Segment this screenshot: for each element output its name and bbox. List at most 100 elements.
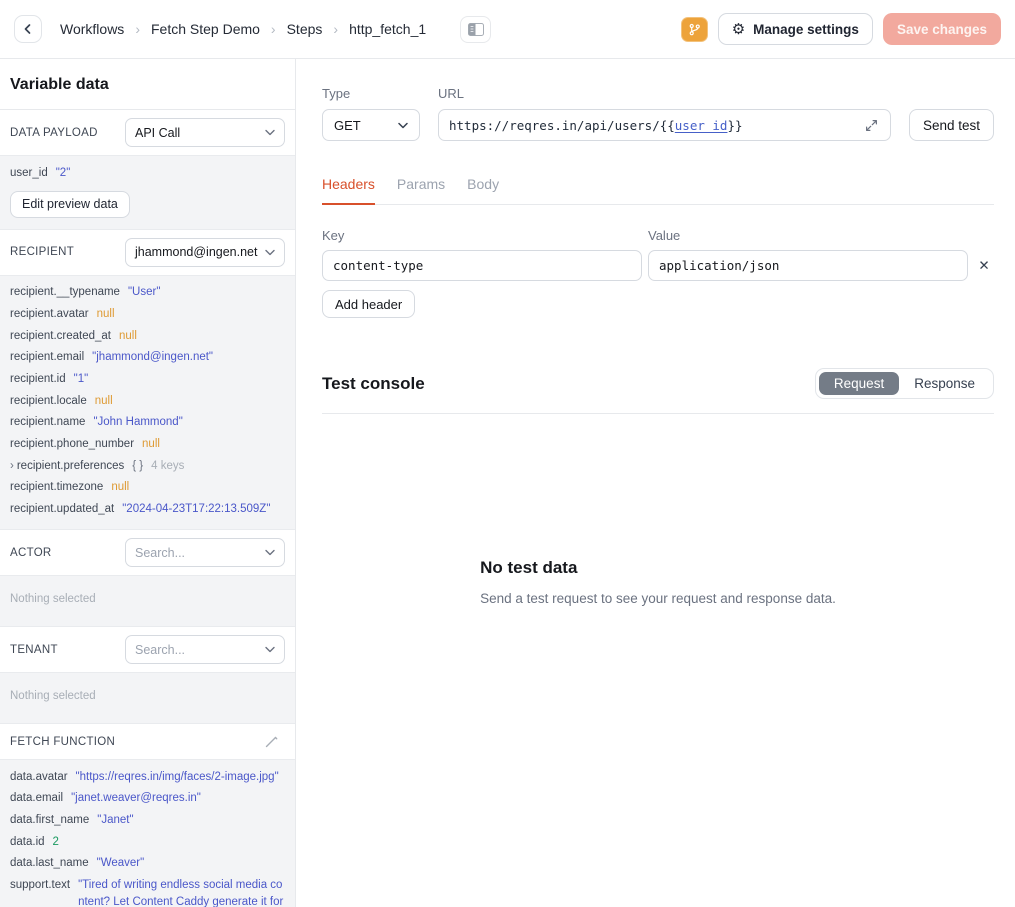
variable-key: recipient.updated_at	[10, 501, 114, 518]
variable-key: recipient.phone_number	[10, 436, 134, 453]
data-payload-preview: user_id"2" Edit preview data	[0, 155, 295, 230]
variable-value: "2"	[56, 165, 71, 182]
variable-row: recipient.created_at null	[0, 325, 295, 347]
url-template-variable: user_id	[675, 118, 728, 133]
variable-row: recipient.updated_at"2024-04-23T17:22:13…	[0, 498, 295, 520]
edit-fetch-function-button[interactable]	[258, 732, 285, 751]
variable-value: "Tired of writing endless social media c…	[78, 877, 285, 907]
breadcrumb-item[interactable]: http_fetch_1	[349, 21, 426, 37]
url-input[interactable]: https://reqres.in/api/users/{{user_id}}	[438, 109, 891, 141]
recipient-select[interactable]: jhammond@ingen.net	[125, 238, 285, 267]
data-payload-label: DATA PAYLOAD	[10, 127, 98, 139]
tenant-empty-text: Nothing selected	[0, 679, 295, 714]
chevron-down-icon	[265, 646, 275, 653]
variable-key: recipient.__typename	[10, 284, 120, 301]
recipient-row: RECIPIENT jhammond@ingen.net	[0, 230, 295, 275]
variable-key: data.first_name	[10, 812, 89, 829]
variable-value: 2	[53, 834, 59, 851]
breadcrumb-item[interactable]: Workflows	[60, 21, 124, 37]
data-payload-select[interactable]: API Call	[125, 118, 285, 147]
header-rows: ✕	[322, 250, 994, 281]
type-field-group: Type GET	[322, 86, 420, 141]
url-value: https://reqres.in/api/users/{{user_id}}	[449, 118, 863, 133]
tab-headers[interactable]: Headers	[322, 176, 375, 205]
no-test-data-title: No test data	[480, 558, 836, 578]
variable-value: null	[119, 328, 137, 345]
remove-header-button[interactable]: ✕	[974, 258, 994, 274]
url-label: URL	[438, 86, 891, 101]
variable-row: data.email"janet.weaver@reqres.in"	[0, 788, 295, 810]
send-test-button[interactable]: Send test	[909, 109, 994, 141]
variable-key: recipient.created_at	[10, 328, 111, 345]
variable-key: support.text	[10, 877, 70, 894]
chevron-down-icon	[398, 122, 408, 129]
variable-row: recipient.__typename"User"	[0, 282, 295, 304]
variable-row: recipient.timezonenull	[0, 477, 295, 499]
variable-row: recipient.avatarnull	[0, 303, 295, 325]
actor-placeholder: Search...	[135, 546, 185, 560]
breadcrumb-item[interactable]: Fetch Step Demo	[151, 21, 260, 37]
sidebar-title: Variable data	[0, 59, 295, 110]
edit-preview-data-button[interactable]: Edit preview data	[10, 191, 130, 218]
request-tabs: Headers Params Body	[322, 176, 994, 205]
variable-value: "1"	[74, 371, 89, 388]
breadcrumb-separator-icon: ›	[135, 21, 140, 37]
variable-row: recipient.name "John Hammond"	[0, 412, 295, 434]
variable-key: data.email	[10, 790, 63, 807]
type-label: Type	[322, 86, 420, 101]
variable-row: data.id2	[0, 831, 295, 853]
chevron-down-icon	[265, 549, 275, 556]
actor-empty-text: Nothing selected	[0, 582, 295, 617]
key-column-label: Key	[322, 228, 642, 243]
header-key-input[interactable]	[322, 250, 642, 281]
chevron-left-icon	[22, 23, 34, 35]
variable-row: recipient.localenull	[0, 390, 295, 412]
toggle-sidebar-button[interactable]	[460, 16, 491, 43]
toggle-request[interactable]: Request	[819, 372, 899, 395]
save-changes-button[interactable]: Save changes	[883, 13, 1001, 45]
tab-body[interactable]: Body	[467, 176, 499, 204]
variable-data-sidebar: Variable data DATA PAYLOAD API Call user…	[0, 59, 296, 907]
variable-row: recipient.id"1"	[0, 368, 295, 390]
actor-empty: Nothing selected	[0, 575, 295, 627]
pencil-icon	[264, 734, 279, 749]
variable-row: support.text "Tired of writing endless so…	[0, 874, 295, 907]
tenant-search-select[interactable]: Search...	[125, 635, 285, 664]
toggle-response[interactable]: Response	[899, 372, 990, 395]
recipient-selected: jhammond@ingen.net	[135, 245, 258, 259]
back-button[interactable]	[14, 15, 42, 43]
add-header-button[interactable]: Add header	[322, 290, 415, 318]
variable-value: null	[95, 393, 113, 410]
tab-params[interactable]: Params	[397, 176, 445, 204]
breadcrumb-separator-icon: ›	[333, 21, 338, 37]
data-payload-row: DATA PAYLOAD API Call	[0, 110, 295, 155]
chevron-down-icon	[265, 129, 275, 136]
commit-changes-badge[interactable]	[681, 17, 708, 42]
app: Workflows › Fetch Step Demo › Steps › http_fet…	[0, 0, 1015, 907]
variable-row[interactable]: ›recipient.preferences{ }4 keys	[0, 455, 295, 477]
breadcrumb-item[interactable]: Steps	[287, 21, 323, 37]
variable-value: "Janet"	[97, 812, 133, 829]
expand-url-editor-button[interactable]	[863, 117, 880, 134]
manage-settings-button[interactable]: ⚙ Manage settings	[718, 13, 873, 45]
header-value-input[interactable]	[648, 250, 968, 281]
variable-value: "John Hammond"	[93, 414, 182, 431]
variable-row: recipient.phone_numbernull	[0, 433, 295, 455]
actor-search-select[interactable]: Search...	[125, 538, 285, 567]
variable-key: data.last_name	[10, 855, 89, 872]
request-response-toggle: RequestResponse	[815, 368, 994, 399]
variable-value: null	[111, 479, 129, 496]
expand-icon	[865, 119, 878, 132]
breadcrumb-separator-icon: ›	[271, 21, 276, 37]
request-config-row: Type GET URL https://reqres.in/api/users…	[322, 86, 994, 141]
url-field-group: URL https://reqres.in/api/users/{{user_i…	[438, 86, 891, 141]
variable-key: recipient.name	[10, 414, 85, 431]
chevron-right-icon: ›	[10, 458, 14, 475]
variable-row: data.avatar"https://reqres.in/img/faces/…	[0, 766, 295, 788]
method-select[interactable]: GET	[322, 109, 420, 141]
tenant-label: TENANT	[10, 644, 58, 656]
variable-row: data.first_name "Janet"	[0, 809, 295, 831]
header-row: ✕	[322, 250, 994, 281]
fetch-function-variables: data.avatar"https://reqres.in/img/faces/…	[0, 759, 295, 907]
value-column-label: Value	[648, 228, 968, 243]
